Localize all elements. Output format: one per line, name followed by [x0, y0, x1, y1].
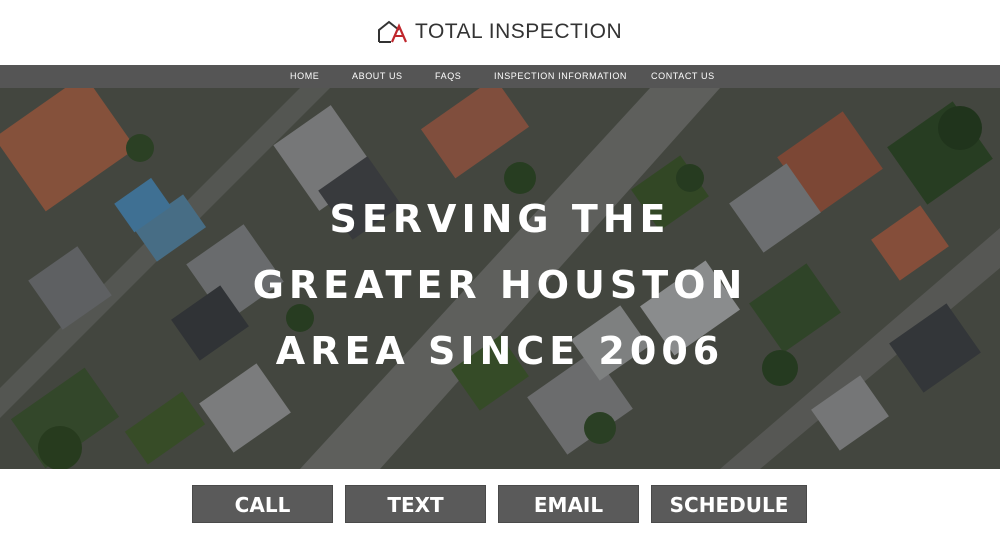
site-header: TOTAL INSPECTION	[0, 0, 1000, 65]
nav-item-contact-us[interactable]: CONTACT US	[651, 65, 715, 88]
site-logo[interactable]: TOTAL INSPECTION	[377, 19, 622, 45]
call-button[interactable]: CALL	[192, 485, 333, 523]
house-outline-icon	[378, 20, 408, 43]
text-button[interactable]: TEXT	[345, 485, 486, 523]
logo-text: TOTAL INSPECTION	[415, 20, 623, 43]
main-nav: HOME ABOUT US FAQS INSPECTION INFORMATIO…	[0, 65, 1000, 88]
hero-heading: SERVING THE GREATER HOUSTON AREA SINCE 2…	[0, 186, 1000, 384]
hero-heading-line-3: AREA SINCE 2006	[275, 329, 725, 373]
nav-item-inspection-information[interactable]: INSPECTION INFORMATION	[494, 65, 627, 88]
hero-banner: SERVING THE GREATER HOUSTON AREA SINCE 2…	[0, 88, 1000, 469]
nav-item-faqs[interactable]: FAQS	[435, 65, 461, 88]
hero-heading-line-1: SERVING THE	[329, 197, 671, 241]
email-button[interactable]: EMAIL	[498, 485, 639, 523]
schedule-button[interactable]: SCHEDULE	[651, 485, 807, 523]
nav-item-home[interactable]: HOME	[290, 65, 319, 88]
nav-item-about-us[interactable]: ABOUT US	[352, 65, 403, 88]
hero-heading-line-2: GREATER HOUSTON	[252, 263, 748, 307]
